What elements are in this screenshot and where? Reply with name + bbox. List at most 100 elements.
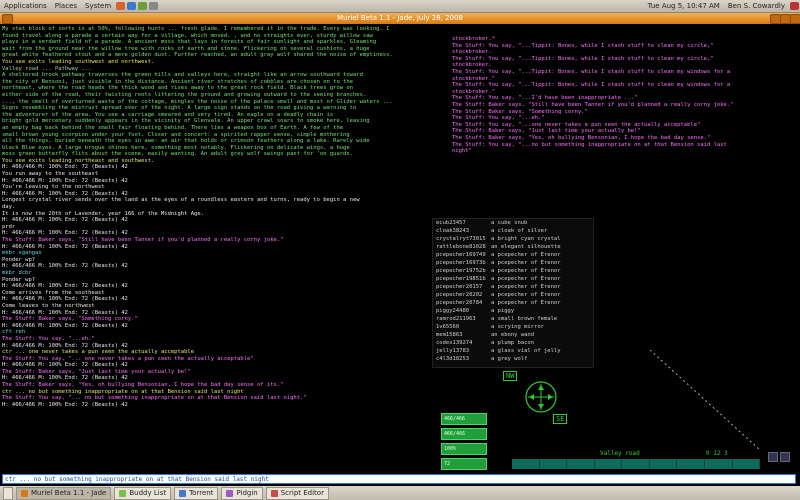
inventory-row[interactable]: 1v65560 a scrying mirror	[433, 323, 593, 331]
inventory-desc: a bright cyan crystal	[491, 236, 561, 242]
taskbar-button[interactable]: Pidgin	[221, 486, 263, 500]
chat-line: night"	[452, 148, 472, 155]
taskbar-button[interactable]: Muriel Beta 1.1 - Jade	[16, 486, 112, 500]
menu-system[interactable]: System	[81, 2, 115, 10]
log-line: It is now the 20th of Lavender, year 166…	[2, 210, 204, 217]
log-line: Valley road ... Pathway ...	[2, 65, 92, 72]
top-panel: Applications Places System Tue Aug 5, 10…	[0, 0, 800, 13]
taskbar-button[interactable]: Torrent	[174, 486, 219, 500]
inventory-row[interactable]: codex139274 a plump bacon	[433, 339, 593, 347]
log-line: Longest crystal river sends over the lan…	[2, 197, 360, 204]
email-launcher-icon[interactable]	[127, 2, 137, 10]
menu-places[interactable]: Places	[51, 2, 81, 10]
chat-line: The Stuff: You say, "...Tippit: Bones, w…	[452, 82, 731, 89]
command-input[interactable]: ctr ... no but something inappropriate o…	[2, 474, 796, 484]
status-cell	[512, 459, 540, 469]
log-line: Come leaves to the northwest	[2, 302, 95, 309]
inventory-desc: a pcepecher of Erenor	[491, 276, 561, 282]
inventory-row[interactable]: mem15863 an ebony wand	[433, 331, 593, 339]
taskbar-button[interactable]: Script Editor	[265, 486, 329, 500]
window-menu-icon[interactable]	[2, 14, 13, 24]
chat-line: stockbroker."	[452, 88, 496, 95]
inventory-row[interactable]: pcepecher16973b a pcepecher of Erenor	[433, 259, 593, 267]
exit-se-label[interactable]: SE	[553, 414, 568, 424]
log-line: H: 466/466 M: 100% End: 72 (Beasts) 42	[2, 283, 128, 290]
inventory-row[interactable]: c4l3d18253 a grey wolf	[433, 355, 593, 363]
inventory-row[interactable]: ecub23457 a cube snub	[433, 219, 593, 227]
scroll-up-icon[interactable]	[768, 452, 778, 462]
inventory-id: jelly13783	[436, 348, 470, 354]
inventory-desc: a pcepecher of Erenor	[491, 284, 561, 290]
log-line: H: 466/466 M: 100% End: 72 (Beasts) 42	[2, 177, 128, 184]
log-line: The Stuff: Baker says, "Just last time y…	[2, 368, 191, 375]
inventory-desc: a pcepecher of Erenor	[491, 268, 561, 274]
close-icon[interactable]	[790, 14, 800, 24]
log-line: ..., the smell of overturned waste of th…	[2, 98, 393, 105]
chat-line: The Stuff: You say, "...Tippit: Bones, w…	[452, 42, 714, 49]
panel-clock[interactable]: Tue Aug 5, 10:47 AM	[644, 2, 724, 10]
chat-line: stockbroker.	[452, 49, 492, 56]
inventory-row[interactable]: piggy24480 a piggy	[433, 307, 593, 315]
inventory-id: 1v65560	[436, 324, 460, 330]
inventory-desc: a small brown female	[491, 316, 558, 322]
log-line: H: 466/466 M: 100% End: 72 (Beasts) 42	[2, 309, 128, 316]
inventory-id: pcepecher20157	[436, 284, 483, 290]
log-line: Signs resembling the mistrust spread ove…	[2, 105, 357, 112]
log-line: wait from the ground near the willow tre…	[2, 45, 370, 52]
scroll-down-icon[interactable]	[780, 452, 790, 462]
show-desktop-icon[interactable]	[3, 486, 13, 500]
inventory-row[interactable]: cloak38243 a cloak of silver	[433, 227, 593, 235]
terminal-launcher-icon[interactable]	[149, 2, 159, 10]
chat-line: The Stuff: Baker says, "Something corny.…	[452, 108, 588, 115]
inventory-row[interactable]: crystalryt73015 a bright cyan crystal	[433, 235, 593, 243]
log-line: You run away to the southeast	[2, 171, 99, 178]
power-icon[interactable]	[790, 2, 799, 10]
inventory-row[interactable]: jelly13783 a glass vial of jelly	[433, 347, 593, 355]
main-output-log: My stat block of sorts is at 50%, follow…	[2, 26, 438, 443]
mana-bar: 466/466	[441, 428, 487, 440]
taskbar-button[interactable]: Buddy List	[114, 486, 172, 500]
panel-user[interactable]: Ben S. Cowardly	[724, 2, 789, 10]
inventory-id: piggy24480	[436, 308, 470, 314]
firefox-launcher-icon[interactable]	[116, 2, 126, 10]
inventory-desc: a cloak of silver	[491, 228, 548, 234]
inventory-panel: ecub23457 a cube snub cloak38243 a cloak of…	[432, 218, 594, 368]
inventory-row[interactable]: pcepecher20157 a pcepecher of Erenor	[433, 283, 593, 291]
inventory-row[interactable]: pcepecher19752b a pcepecher of Erenor	[433, 267, 593, 275]
chat-line: The Stuff: You say, "...no but something…	[452, 141, 727, 148]
window-titlebar[interactable]: Muriel Beta 1.1 - Jade, July 28, 2008	[0, 13, 800, 24]
log-line: H: 466/466 M: 100% End: 72 (Beasts) 42	[2, 217, 128, 224]
map-path	[649, 350, 761, 450]
log-line: moss green butterfly flits about the sce…	[2, 151, 353, 158]
editor-launcher-icon[interactable]	[138, 2, 148, 10]
inventory-row[interactable]: pcepecher20202 a pcepecher of Erenor	[433, 291, 593, 299]
inventory-id: ramrod211963	[436, 316, 476, 322]
log-line: H: 466/466 M: 100% End: 72 (Beasts) 42	[2, 401, 128, 408]
compass-icon[interactable]	[520, 376, 562, 418]
exit-nw-label[interactable]: NW	[503, 371, 518, 381]
bottom-taskbar: Muriel Beta 1.1 - Jade Buddy List Torrent P…	[0, 486, 800, 500]
log-line: H: 466/466 M: 100% End: 72 (Beasts) 42	[2, 243, 128, 250]
inventory-desc: a pcepecher of Erenor	[491, 292, 561, 298]
inventory-row[interactable]: pcepecher169749 a pcepecher of Erenor	[433, 251, 593, 259]
status-cell	[622, 459, 650, 469]
log-line: bright gold mercenary suddenly appears i…	[2, 118, 370, 125]
taskbar-label: Muriel Beta 1.1 - Jade	[31, 489, 107, 497]
taskbar-label: Script Editor	[280, 489, 324, 497]
log-line: northeast, where the road heads the thic…	[2, 85, 353, 92]
log-line: H: 466/466 M: 100% End: 72 (Beasts) 42	[2, 342, 128, 349]
log-line: Come arrives from the southeast	[2, 289, 105, 296]
inventory-row[interactable]: pcepecher19851b a pcepecher of Erenor	[433, 275, 593, 283]
inventory-desc: a piggy	[491, 308, 515, 314]
log-line: all the things, buried beneath the eyes …	[2, 138, 370, 145]
menu-applications[interactable]: Applications	[0, 2, 51, 10]
inventory-desc: a grey wolf	[491, 356, 528, 362]
status-cell	[650, 459, 678, 469]
inventory-row[interactable]: pcepecher20784 a pcepecher of Erenor	[433, 299, 593, 307]
inventory-id: mem15863	[436, 332, 463, 338]
inventory-row[interactable]: rattlebone81028 an elegant silhouette	[433, 243, 593, 251]
chat-line: The Stuff: Baker says, "Yes, oh bullying…	[452, 134, 711, 141]
inventory-id: pcepecher20784	[436, 300, 483, 306]
inventory-row[interactable]: ramrod211963 a small brown female	[433, 315, 593, 323]
log-line: You're leaving to the northwest	[2, 184, 105, 191]
